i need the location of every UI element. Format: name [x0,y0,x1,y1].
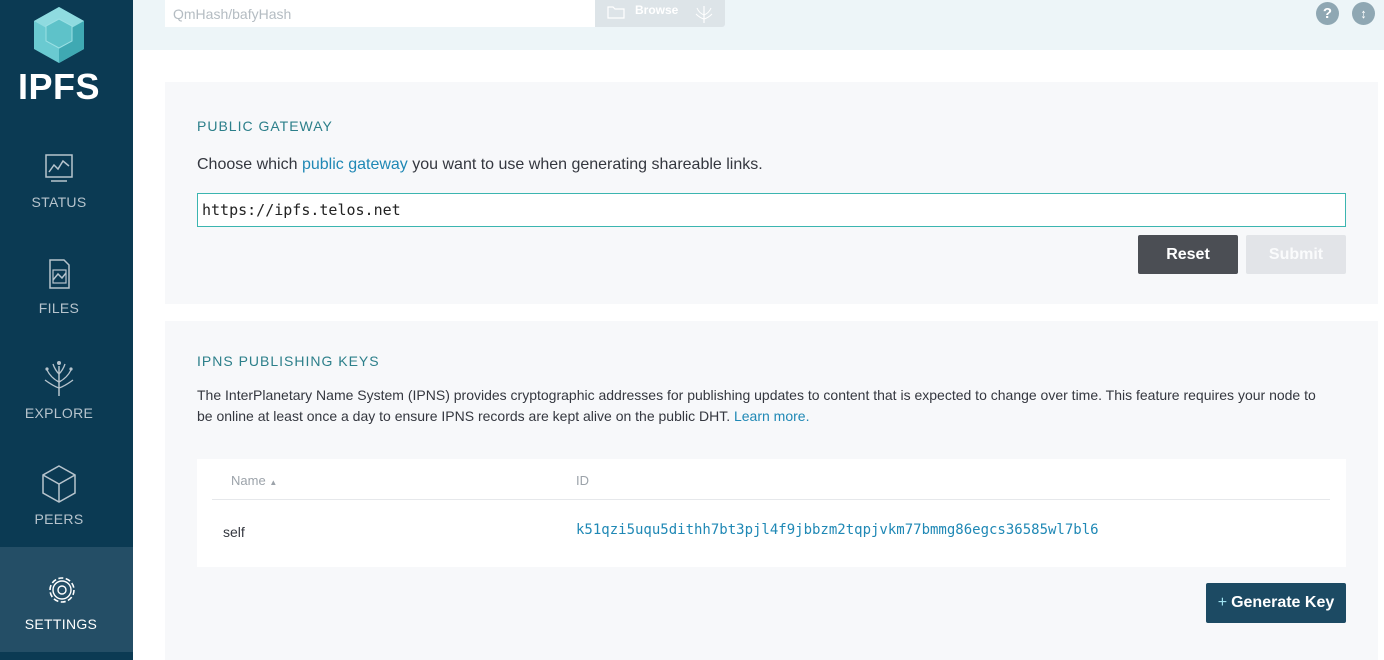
explore-tree-icon [695,6,713,23]
gateway-desc-text: Choose which [197,156,302,173]
sidebar: IPFS STATUS FILES EXPLORE PEERS SETTINGS [0,0,133,660]
help-icon[interactable]: ? [1316,2,1339,25]
explore-tree-icon [44,361,74,396]
key-id-cell[interactable]: k51qzi5uqu5dithh7bt3pjl4f9jbbzm2tqpjvkm7… [576,522,1099,538]
top-bar: Browse ? ↕ [133,0,1384,50]
generate-key-label: Generate Key [1231,594,1335,611]
keys-table: Name ▲ ID self k51qzi5uqu5dithh7bt3pjl4f… [197,459,1346,567]
sidebar-item-status[interactable]: STATUS [0,118,133,223]
ipfs-logo[interactable]: IPFS [0,0,133,118]
column-header-name[interactable]: Name ▲ [231,473,277,488]
ipns-description: The InterPlanetary Name System (IPNS) pr… [197,385,1327,427]
public-gateway-link[interactable]: public gateway [302,156,408,173]
sidebar-item-explore[interactable]: EXPLORE [0,330,133,435]
logo-text: IPFS [17,66,100,107]
folder-icon [607,6,625,19]
gear-icon [49,577,75,603]
sort-asc-icon: ▲ [269,478,278,487]
section-title: IPNS PUBLISHING KEYS [197,353,380,369]
sidebar-item-label: STATUS [31,194,87,210]
sidebar-item-label: EXPLORE [24,405,94,421]
hash-search-input[interactable] [165,0,595,27]
sidebar-item-label: FILES [38,300,80,316]
status-chart-icon [45,154,73,182]
header-divider [212,499,1330,500]
column-header-label: Name [231,473,266,488]
learn-more-link[interactable]: Learn more. [734,408,809,424]
files-icon [49,259,70,289]
ipns-keys-card: IPNS PUBLISHING KEYS The InterPlanetary … [165,321,1378,660]
ipfs-cube-icon [34,7,84,63]
gateway-desc-text-end: you want to use when generating shareabl… [407,156,763,173]
reset-button[interactable]: Reset [1138,235,1238,274]
submit-button[interactable]: Submit [1246,235,1346,274]
sidebar-item-settings[interactable]: SETTINGS [0,547,133,652]
section-title: PUBLIC GATEWAY [197,118,333,134]
browse-button[interactable]: Browse [595,0,725,27]
sidebar-item-files[interactable]: FILES [0,224,133,329]
sidebar-item-label: SETTINGS [24,616,98,632]
key-name-cell: self [223,524,245,540]
generate-key-button[interactable]: + Generate Key [1206,583,1346,623]
sidebar-item-label: PEERS [34,511,84,527]
sync-icon[interactable]: ↕ [1352,2,1375,25]
gateway-url-input[interactable] [197,193,1346,227]
sidebar-item-peers[interactable]: PEERS [0,436,133,541]
peers-cube-icon [42,465,76,503]
public-gateway-card: PUBLIC GATEWAY Choose which public gatew… [165,82,1378,304]
column-header-id[interactable]: ID [576,473,589,488]
browse-label: Browse [635,3,679,17]
gateway-description: Choose which public gateway you want to … [197,156,763,174]
plus-icon: + [1217,594,1228,611]
